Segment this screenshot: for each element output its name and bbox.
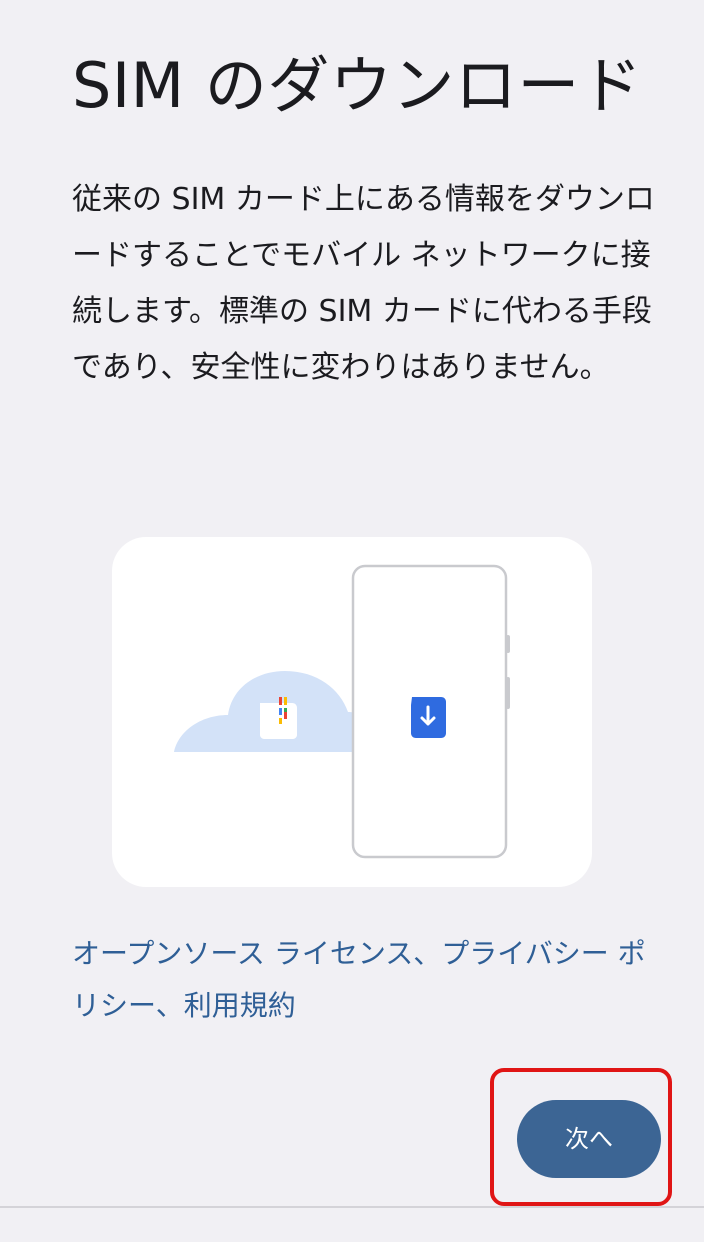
page-description: 従来の SIM カード上にある情報をダウンロードすることでモバイル ネットワーク… [72, 182, 655, 385]
esim-download-illustration [112, 537, 592, 887]
legal-links: オープンソース ライセンス、プライバシー ポリシー、利用規約 [72, 928, 652, 1032]
link-separator: 、 [413, 937, 442, 970]
link-separator: 、 [155, 989, 184, 1022]
sim-card-icon [260, 697, 297, 739]
next-button[interactable]: 次へ [517, 1100, 661, 1178]
esim-download-icon [411, 697, 446, 738]
footer-divider [0, 1206, 704, 1208]
page-title: SIM のダウンロード [72, 49, 643, 122]
terms-of-service-link[interactable]: 利用規約 [184, 989, 296, 1022]
open-source-license-link[interactable]: オープンソース ライセンス [72, 937, 413, 970]
